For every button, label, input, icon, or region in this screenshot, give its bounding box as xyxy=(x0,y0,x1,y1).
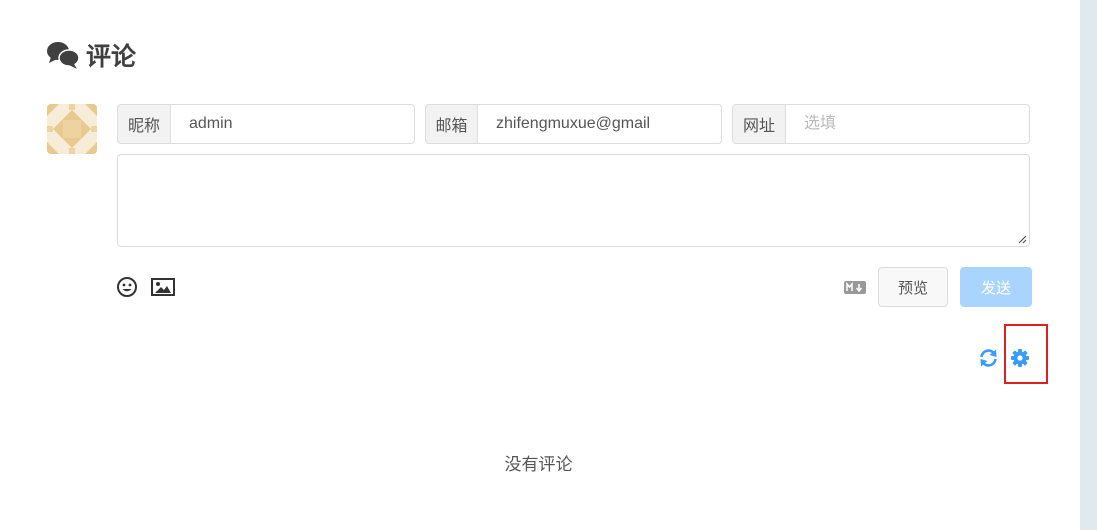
comments-icon xyxy=(47,42,80,69)
nick-input[interactable] xyxy=(171,105,414,143)
page-scroll-strip xyxy=(1080,0,1097,530)
empty-comments-text: 没有评论 xyxy=(504,455,573,474)
image-icon[interactable] xyxy=(151,278,175,296)
preview-button[interactable]: 预览 xyxy=(878,267,948,307)
avatar xyxy=(47,104,97,154)
page-title: 评论 xyxy=(86,43,137,71)
url-label: 网址 xyxy=(733,105,786,143)
comment-textarea[interactable] xyxy=(118,155,1029,246)
mail-input[interactable] xyxy=(478,105,721,143)
mail-label: 邮箱 xyxy=(426,105,478,143)
highlight-box xyxy=(1004,324,1048,384)
refresh-icon[interactable] xyxy=(978,348,999,368)
mail-field: 邮箱 xyxy=(425,104,722,144)
comment-box xyxy=(117,154,1030,247)
comments-header: 评论 xyxy=(46,38,136,72)
url-field: 网址 xyxy=(732,104,1030,144)
nick-label: 昵称 xyxy=(118,105,171,143)
resize-grip-icon[interactable] xyxy=(1017,234,1027,244)
smile-icon[interactable] xyxy=(116,276,138,298)
send-button[interactable]: 发送 xyxy=(960,267,1032,307)
nick-field: 昵称 xyxy=(117,104,415,144)
url-input[interactable] xyxy=(786,105,1029,143)
markdown-icon xyxy=(844,281,866,294)
